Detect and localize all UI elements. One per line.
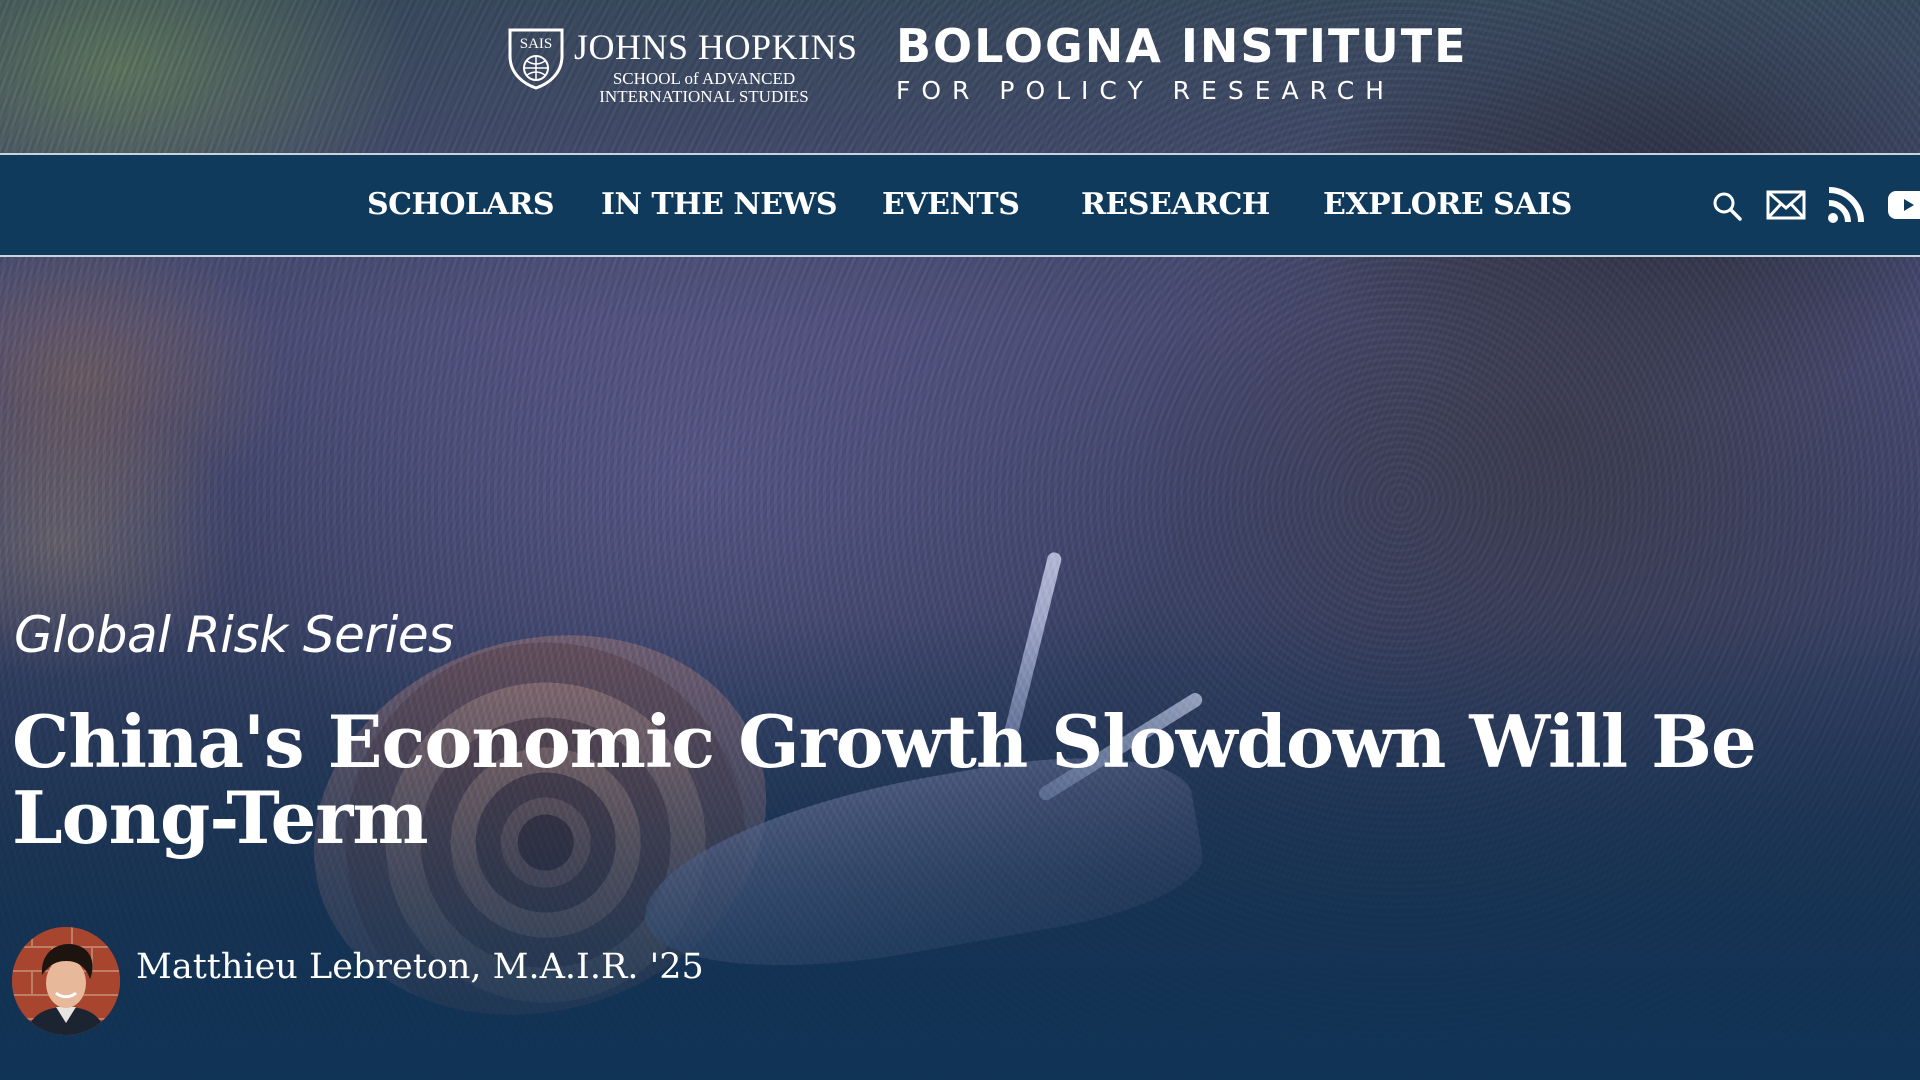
nav-item-explore-sais[interactable]: EXPLORE SAIS	[1323, 187, 1572, 222]
mail-icon[interactable]	[1766, 189, 1806, 221]
author-name-link[interactable]: Matthieu Lebreton, M.A.I.R. '25	[136, 947, 704, 987]
johns-hopkins-sais-logo[interactable]: SAIS JOHNS HOPKINS SCHOOL of ADVANCED IN…	[506, 24, 857, 110]
rss-icon[interactable]	[1826, 185, 1866, 225]
nav-item-in-the-news[interactable]: IN THE NEWS	[601, 187, 838, 222]
youtube-icon[interactable]	[1888, 189, 1920, 221]
institute-subtitle: FOR POLICY RESEARCH	[896, 76, 1395, 105]
article-series-label: Global Risk Series	[14, 606, 454, 664]
nav-item-scholars[interactable]: SCHOLARS	[367, 187, 555, 222]
search-icon[interactable]	[1712, 191, 1742, 221]
nav-item-events[interactable]: EVENTS	[882, 187, 1020, 222]
institute-title: BOLOGNA INSTITUTE	[896, 19, 1468, 73]
sais-line-2: INTERNATIONAL STUDIES	[599, 87, 809, 106]
sais-full-name: SCHOOL of ADVANCED INTERNATIONAL STUDIES	[584, 70, 824, 106]
author-avatar[interactable]	[12, 927, 120, 1035]
bologna-institute-logo[interactable]: BOLOGNA INSTITUTE FOR POLICY RESEARCH	[896, 18, 1468, 108]
sais-line-1: SCHOOL of ADVANCED	[612, 69, 796, 88]
sais-shield-text: SAIS	[520, 36, 553, 52]
brand-header: SAIS JOHNS HOPKINS SCHOOL of ADVANCED IN…	[0, 0, 1920, 153]
main-navigation: SCHOLARS IN THE NEWS EVENTS RESEARCH EXP…	[0, 153, 1920, 257]
johns-hopkins-name: JOHNS HOPKINS	[574, 27, 858, 67]
author-photo	[12, 927, 120, 1035]
article-headline: China's Economic Growth Slowdown Will Be…	[12, 699, 1757, 860]
sais-shield-icon: SAIS	[508, 28, 564, 90]
nav-item-research[interactable]: RESEARCH	[1081, 187, 1270, 222]
